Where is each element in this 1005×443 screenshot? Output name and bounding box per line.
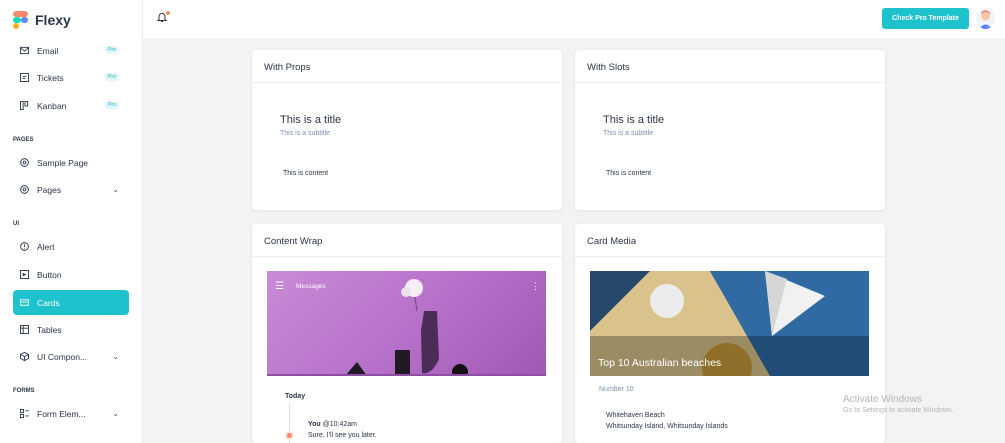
sidebar-item-pages[interactable]: Pages ⌄ [13, 177, 129, 202]
sidebar-item-label: Sample Page [37, 157, 89, 168]
card-heading: Content Wrap [264, 236, 323, 247]
sidebar-item-ui-components[interactable]: UI Compon... ⌄ [13, 344, 129, 369]
sidebar-item-cards[interactable]: Cards [13, 290, 129, 315]
card-text-line-2: Whitsunday Island, Whitsunday Islands [606, 423, 728, 430]
card-title: This is a title [280, 114, 342, 126]
divider [252, 256, 562, 257]
sidebar-item-label: Email [37, 45, 59, 56]
message-author: You [308, 421, 321, 428]
sidebar-item-label: Tables [37, 324, 62, 335]
media-overlay-title: Top 10 Australian beaches [598, 357, 722, 369]
form-icon [20, 409, 29, 418]
menu-icon[interactable]: ☰ [275, 281, 284, 292]
message-timeline: Today You @10:42am Sure, I'll see you la… [267, 376, 546, 443]
more-vertical-icon[interactable]: ⋮ [531, 281, 540, 292]
card-content: This is content [283, 170, 329, 177]
message-time: @10:42am [322, 421, 358, 428]
chevron-down-icon: ⌄ [112, 352, 119, 361]
card-subtitle: Number 10 [599, 386, 634, 393]
divider [575, 82, 885, 83]
sidebar-item-form-elements[interactable]: Form Elem... ⌄ [13, 401, 129, 426]
chevron-down-icon: ⌄ [112, 409, 119, 418]
app-logo[interactable]: Flexy [13, 11, 71, 29]
sidebar-item-alert[interactable]: Alert [13, 234, 129, 259]
card-with-slots: With Slots This is a title This is a sub… [575, 50, 885, 210]
card-content-wrap: Content Wrap ☰ Messages ⋮ Today You @10:… [252, 224, 562, 443]
timeline-day-label: Today [285, 393, 306, 400]
card-subtitle: This is a subtitle [603, 130, 654, 137]
messages-media: ☰ Messages ⋮ [267, 271, 546, 376]
card-heading: With Slots [587, 62, 630, 73]
sidebar-item-label: Alert [37, 241, 55, 252]
cards-icon [20, 298, 29, 307]
timeline-dot [285, 431, 294, 440]
ticket-icon [20, 73, 29, 82]
divider [575, 256, 885, 257]
card-with-props: With Props This is a title This is a sub… [252, 50, 562, 210]
sidebar-item-email[interactable]: Email Pro [13, 38, 129, 63]
card-subtitle: This is a subtitle [280, 130, 331, 137]
card-content: This is content [606, 170, 652, 177]
mail-icon [20, 46, 29, 55]
check-pro-template-button[interactable]: Check Pro Template [882, 8, 969, 29]
sidebar-item-sample-page[interactable]: Sample Page [13, 150, 129, 175]
sidebar-item-label: UI Compon... [37, 351, 88, 362]
app-name: Flexy [35, 12, 71, 28]
package-icon [20, 352, 29, 361]
top-header: Check Pro Template [143, 0, 1005, 38]
pro-badge: Pro [105, 101, 119, 109]
avatar[interactable] [976, 8, 995, 29]
alert-circle-icon [20, 242, 29, 251]
card-text-line-1: Whitehaven Beach [606, 412, 665, 419]
section-heading-forms: FORMS [13, 388, 35, 394]
kanban-icon [20, 101, 29, 110]
card-heading: Card Media [587, 236, 637, 247]
activation-watermark-title: Activate Windows [843, 394, 922, 405]
sidebar-item-label: Kanban [37, 100, 67, 111]
sidebar-item-label: Form Elem... [37, 408, 86, 419]
card-heading: With Props [264, 62, 311, 73]
card-title: This is a title [603, 114, 665, 126]
sidebar-item-tickets[interactable]: Tickets Pro [13, 65, 129, 90]
table-icon [20, 325, 29, 334]
aperture-icon [20, 158, 29, 167]
sidebar-item-tables[interactable]: Tables [13, 317, 129, 342]
beaches-media: Top 10 Australian beaches [590, 271, 869, 376]
sidebar-item-kanban[interactable]: Kanban Pro [13, 93, 129, 118]
sidebar: Flexy Email Pro Tickets Pro Kanban Pro P… [0, 0, 143, 443]
message-header: You @10:42am [308, 421, 357, 428]
message-text: Sure, I'll see you later. [308, 432, 377, 439]
card-media: Card Media Top 10 Australian beaches Num… [575, 224, 885, 443]
divider [252, 82, 562, 83]
flexy-logo-icon [13, 11, 28, 29]
notification-dot [166, 11, 170, 15]
sidebar-item-button[interactable]: Button [13, 262, 129, 287]
pro-badge: Pro [105, 46, 119, 54]
messages-label: Messages [295, 283, 326, 290]
pro-badge: Pro [105, 73, 119, 81]
section-heading-pages: PAGES [13, 137, 34, 143]
aperture-icon [20, 185, 29, 194]
button-icon [20, 270, 29, 279]
sidebar-item-label: Button [37, 269, 62, 280]
section-heading-ui: UI [13, 221, 19, 227]
media-toolbar: ☰ Messages ⋮ [275, 281, 540, 292]
activation-watermark-subtitle: Go to Settings to activate Windows. [843, 407, 954, 414]
chevron-down-icon: ⌄ [112, 185, 119, 194]
sidebar-item-label: Pages [37, 184, 62, 195]
sidebar-item-label: Tickets [37, 72, 64, 83]
sidebar-item-label: Cards [37, 297, 60, 308]
